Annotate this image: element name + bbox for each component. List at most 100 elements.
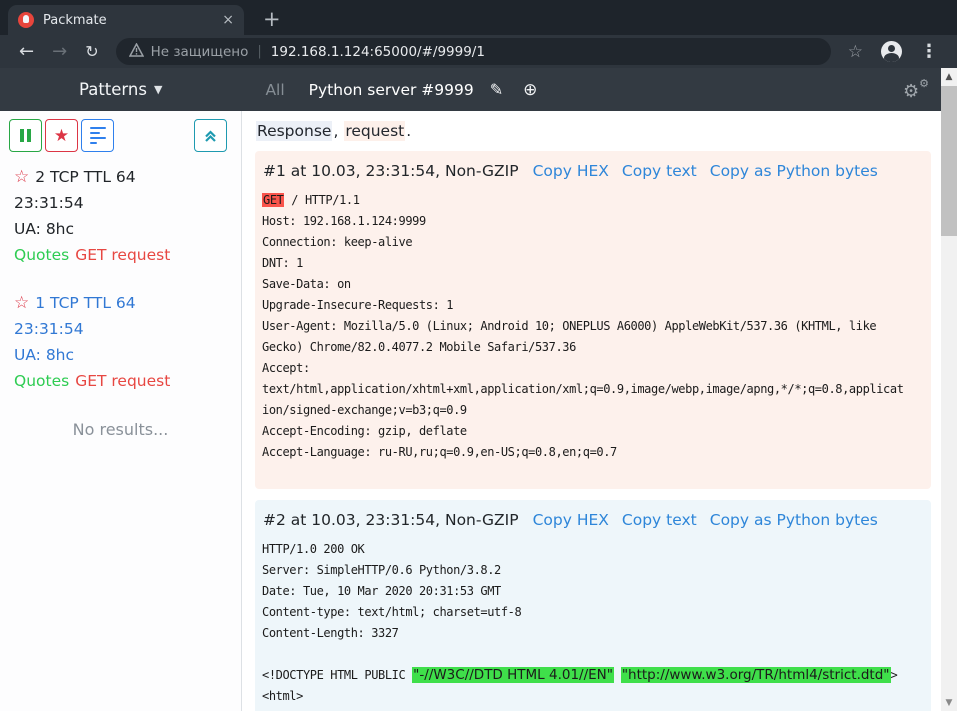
payload-line: User-Agent: Mozilla/5.0 (Linux; Android … <box>262 316 921 337</box>
patterns-label: Patterns <box>79 80 147 99</box>
edit-pattern-icon[interactable]: ✎ <box>490 80 503 99</box>
item-user-agent: UA: 8hc <box>14 342 231 368</box>
payload-line: HTTP/1.0 200 OK <box>262 539 921 560</box>
copy-hex-link[interactable]: Copy HEX <box>533 511 609 529</box>
bookmark-star-icon[interactable]: ☆ <box>848 43 863 61</box>
payload-text: DNT: 1 <box>262 256 303 270</box>
sidebar: ★ ☆2 TCP TTL 6423:31:54UA: 8hcQuotesGET … <box>0 111 242 711</box>
payload-line: <!DOCTYPE HTML PUBLIC "-//W3C//DTD HTML … <box>262 665 921 686</box>
pause-capture-button[interactable] <box>9 119 42 152</box>
payload-line <box>262 644 921 665</box>
payload-text <box>614 668 621 682</box>
pattern-tag: GET request <box>75 246 170 264</box>
star-icon: ★ <box>54 127 69 144</box>
payload-line: Server: SimpleHTTP/0.6 Python/3.8.2 <box>262 560 921 581</box>
payload-line: text/html,application/xhtml+xml,applicat… <box>262 379 921 400</box>
item-pattern-tags: QuotesGET request <box>14 368 231 394</box>
tab-close-icon[interactable]: × <box>222 13 234 27</box>
filter-pattern-label: . <box>405 121 412 141</box>
patterns-dropdown[interactable]: Patterns ▼ <box>79 80 162 99</box>
payload-line: Host: 192.168.1.124:9999 <box>262 211 921 232</box>
sidebar-toolbar: ★ <box>0 119 241 152</box>
payload-text: Date: Tue, 10 Mar 2020 20:31:53 GMT <box>262 584 501 598</box>
security-warning-icon[interactable] <box>129 42 144 61</box>
browser-menu-icon[interactable]: ⋮ <box>920 43 938 61</box>
payload-line: Gecko) Chrome/82.0.4077.2 Mobile Safari/… <box>262 337 921 358</box>
favorites-filter-button[interactable]: ★ <box>45 119 78 152</box>
payload-line: Accept: <box>262 358 921 379</box>
copy-as-python-bytes-link[interactable]: Copy as Python bytes <box>710 511 878 529</box>
packet-title: #2 at 10.03, 23:31:54, Non-GZIP <box>263 511 519 529</box>
item-time: 23:31:54 <box>14 316 231 342</box>
item-title-line: ☆ 1 TCP TTL 64 <box>14 290 231 316</box>
payload-text: Content-Length: 3327 <box>262 626 399 640</box>
payload-line: <html> <box>262 686 921 707</box>
item-title: 2 TCP TTL 64 <box>35 168 135 186</box>
packet-list-item[interactable]: ☆2 TCP TTL 6423:31:54UA: 8hcQuotesGET re… <box>14 164 231 268</box>
copy-text-link[interactable]: Copy text <box>622 162 697 180</box>
packet-title: #1 at 10.03, 23:31:54, Non-GZIP <box>263 162 519 180</box>
new-tab-button[interactable]: + <box>263 9 281 30</box>
pattern-tag: GET request <box>75 372 170 390</box>
security-warning-label: Не защищено <box>151 44 249 60</box>
packet-card-request: #1 at 10.03, 23:31:54, Non-GZIP Copy HEX C… <box>255 151 931 489</box>
copy-as-python-bytes-link[interactable]: Copy as Python bytes <box>710 162 878 180</box>
payload-text: Accept-Encoding: gzip, deflate <box>262 424 467 438</box>
pattern-tag: Quotes <box>14 246 69 264</box>
add-pattern-icon[interactable]: ⊕ <box>523 80 537 100</box>
align-left-icon <box>90 127 106 145</box>
forward-icon[interactable]: → <box>52 43 67 61</box>
refresh-icon[interactable]: ↻ <box>85 43 98 61</box>
no-results-label: No results... <box>0 420 241 439</box>
payload-text: Connection: keep-alive <box>262 235 412 249</box>
browser-navbar: ← → ↻ Не защищено | 192.168.1.124:65000/… <box>0 35 957 68</box>
filter-pattern-label: Response <box>256 121 332 141</box>
scroll-up-icon[interactable]: ▲ <box>941 68 957 85</box>
page-scrollbar[interactable]: ▲ ▼ <box>941 68 957 711</box>
collapse-sidebar-button[interactable] <box>194 119 227 152</box>
chevrons-up-icon <box>203 129 218 143</box>
text-filter-button[interactable] <box>81 119 114 152</box>
copy-text-link[interactable]: Copy text <box>622 511 697 529</box>
item-title: 1 TCP TTL 64 <box>35 294 135 312</box>
item-title-line: ☆ 2 TCP TTL 64 <box>14 164 231 190</box>
filter-pattern-label: request <box>344 121 405 141</box>
packet-header: #1 at 10.03, 23:31:54, Non-GZIP Copy HEX C… <box>263 162 921 180</box>
back-icon[interactable]: ← <box>19 43 34 61</box>
payload-line: Accept-Encoding: gzip, deflate <box>262 421 921 442</box>
payload-line: GET / HTTP/1.1 <box>262 190 921 211</box>
app-header: Patterns ▼ All Python server #9999 ✎ ⊕ ⚙ … <box>0 68 941 111</box>
scroll-down-icon[interactable]: ▼ <box>941 694 957 711</box>
pause-icon <box>20 129 31 142</box>
packet-header: #2 at 10.03, 23:31:54, Non-GZIPCopy HEXC… <box>263 511 921 529</box>
tab-all[interactable]: All <box>265 81 284 99</box>
chevron-down-icon: ▼ <box>154 83 162 96</box>
packet-list-item[interactable]: ☆ 1 TCP TTL 64 23:31:54UA: 8hcQuotesGET re… <box>14 290 231 394</box>
packet-payload: GET / HTTP/1.1 Host: 192.168.1.124:9999 Co… <box>262 190 921 463</box>
browser-tab[interactable]: Packmate × <box>8 5 244 35</box>
settings-gears-icon[interactable]: ⚙ ⚙ <box>903 79 929 101</box>
content-area: ★ ☆2 TCP TTL 6423:31:54UA: 8hcQuotesGET … <box>0 111 941 711</box>
payload-text: Host: 192.168.1.124:9999 <box>262 214 426 228</box>
scrollbar-thumb[interactable] <box>941 86 957 236</box>
payload-line: ion/signed-exchange;v=b3;q=0.9 <box>262 400 921 421</box>
payload-text: <html> <box>262 689 303 703</box>
packet-actions: Copy HEX Copy text Copy as Python bytes <box>533 511 891 529</box>
pattern-tabs: All Python server #9999 <box>265 81 489 99</box>
packmate-app: Patterns ▼ All Python server #9999 ✎ ⊕ ⚙ … <box>0 68 941 711</box>
url-text[interactable]: 192.168.1.124:65000/#/9999/1 <box>271 44 485 60</box>
copy-hex-link[interactable]: Copy HEX <box>533 162 609 180</box>
url-separator: | <box>257 44 261 59</box>
tab-python-server-9999[interactable]: Python server #9999 <box>309 81 474 99</box>
pattern-match-highlight: "http://www.w3.org/TR/html4/strict.dtd" <box>621 667 891 683</box>
item-user-agent: UA: 8hc <box>14 216 231 242</box>
payload-text: Gecko) Chrome/82.0.4077.2 Mobile Safari/… <box>262 340 576 354</box>
pattern-match-highlight: "-//W3C//DTD HTML 4.01//EN" <box>412 667 614 683</box>
address-bar[interactable]: Не защищено | 192.168.1.124:65000/#/9999… <box>116 38 831 65</box>
tab-title: Packmate <box>43 13 222 28</box>
item-pattern-tags: Quotes GET request <box>14 242 231 268</box>
favorite-star-icon[interactable]: ☆ <box>14 293 29 313</box>
favorite-star-icon[interactable]: ☆ <box>14 167 29 187</box>
payload-line: Connection: keep-alive <box>262 232 921 253</box>
profile-avatar[interactable] <box>881 41 902 62</box>
